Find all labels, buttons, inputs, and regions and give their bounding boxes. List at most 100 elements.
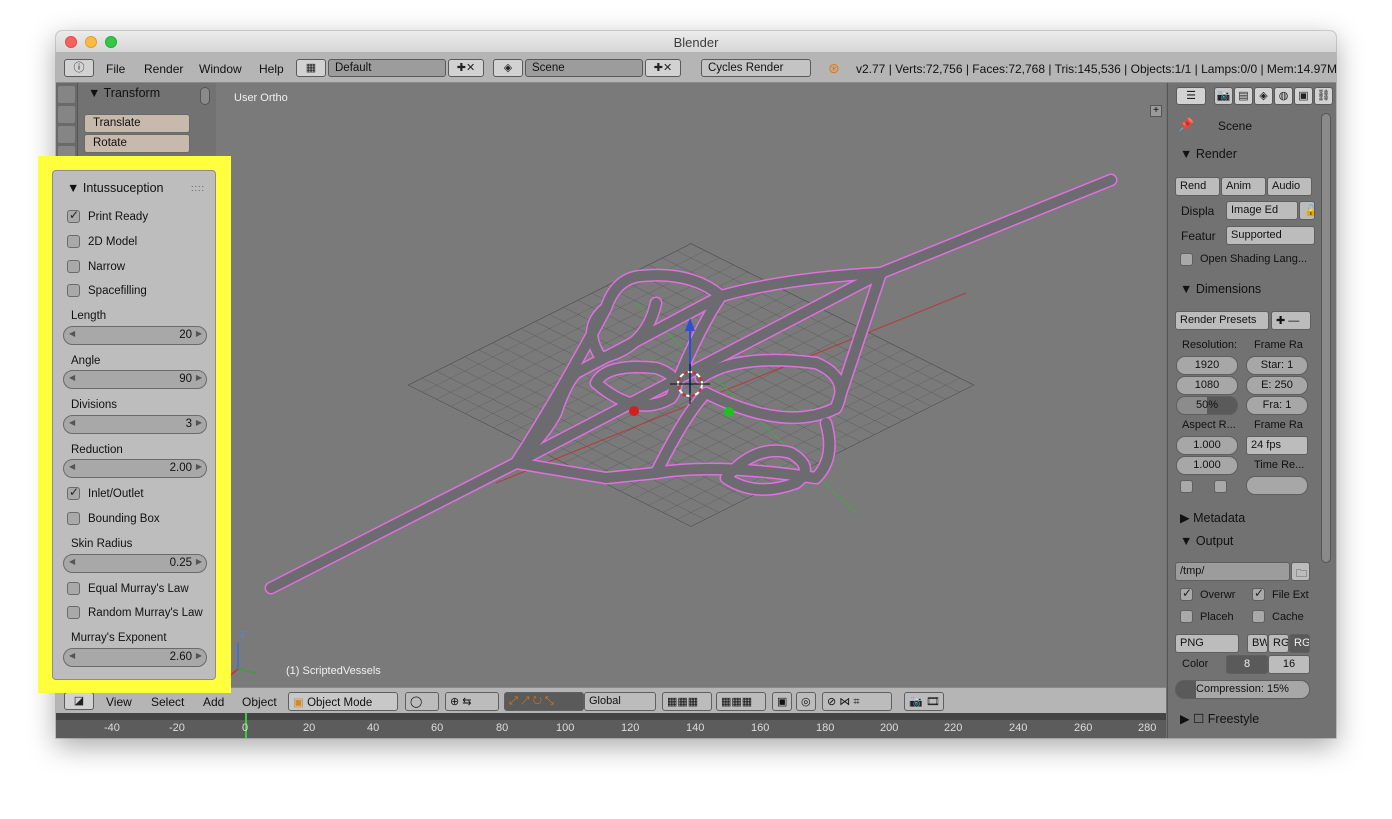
layers-grid-right[interactable]: ▦▦▦ <box>716 692 766 711</box>
layout-icon[interactable]: ▦ <box>296 59 326 77</box>
info-editor-icon[interactable]: ⓘ <box>64 59 94 77</box>
divisions-field[interactable]: ◀ 3 ▶ <box>63 415 207 434</box>
render-still-button[interactable]: Rend <box>1175 177 1220 196</box>
frame-step-field[interactable]: Fra: 1 <box>1246 396 1308 415</box>
frame-start-field[interactable]: Star: 1 <box>1246 356 1308 375</box>
render-audio-button[interactable]: Audio <box>1267 177 1312 196</box>
file-format-select[interactable]: PNG <box>1175 634 1239 653</box>
mode-select[interactable]: ▣ Object Mode <box>288 692 398 711</box>
tool-shelf-scrollbar[interactable] <box>200 87 210 105</box>
2d-model-checkbox[interactable] <box>67 235 80 248</box>
murray-exponent-field[interactable]: ◀ 2.60 ▶ <box>63 648 207 667</box>
opengl-render-icons[interactable]: 📷 🎞 <box>904 692 944 711</box>
menu-help[interactable]: Help <box>259 62 284 76</box>
color-rgba-button[interactable]: RG <box>1289 634 1310 653</box>
lock-camera-icon[interactable]: ▣ <box>772 692 792 711</box>
properties-scrollbar[interactable] <box>1321 113 1331 563</box>
fps-select[interactable]: 24 fps <box>1246 436 1308 455</box>
constraints-tab-icon[interactable]: ⛓ <box>1314 87 1333 105</box>
time-remap-fields[interactable] <box>1246 476 1308 495</box>
scene-icon[interactable]: ◈ <box>493 59 523 77</box>
pivot-snap-icons[interactable]: ⊕ ⇆ <box>445 692 499 711</box>
menu-render[interactable]: Render <box>144 62 183 76</box>
spacefilling-checkbox[interactable] <box>67 284 80 297</box>
placeholders-checkbox[interactable] <box>1180 610 1193 623</box>
scene-add-remove-icon[interactable]: ✚✕ <box>645 59 681 77</box>
aspect-x-field[interactable]: 1.000 <box>1176 436 1238 455</box>
inlet-outlet-checkbox[interactable] <box>67 485 80 500</box>
timeline[interactable]: -40 -20 0 20 40 60 80 100 120 140 160 18… <box>56 713 1166 738</box>
aspect-y-field[interactable]: 1.000 <box>1176 456 1238 475</box>
overwrite-checkbox[interactable] <box>1180 586 1193 601</box>
depth-8-button[interactable]: 8 <box>1226 655 1268 674</box>
scene-tab-icon[interactable]: ◈ <box>1254 87 1273 105</box>
output-panel-header[interactable]: ▼ Output <box>1180 534 1328 548</box>
layers-grid-left[interactable]: ▦▦▦ <box>662 692 712 711</box>
presets-add-remove-icon[interactable]: ✚ — <box>1271 311 1311 330</box>
print-ready-checkbox[interactable] <box>67 208 80 223</box>
feature-select[interactable]: Supported <box>1226 226 1315 245</box>
3d-viewport[interactable]: User Ortho z (1) ScriptedVessels + <box>216 83 1166 687</box>
layout-add-remove-icon[interactable]: ✚✕ <box>448 59 484 77</box>
compression-slider[interactable]: Compression: 15% <box>1175 680 1310 699</box>
resolution-x-field[interactable]: 1920 <box>1176 356 1238 375</box>
render-presets-select[interactable]: Render Presets <box>1175 311 1269 330</box>
angle-field[interactable]: ◀ 90 ▶ <box>63 370 207 389</box>
reduction-field[interactable]: ◀ 2.00 ▶ <box>63 459 207 478</box>
world-tab-icon[interactable]: ◍ <box>1274 87 1293 105</box>
border-checkbox[interactable] <box>1180 480 1193 493</box>
color-bw-button[interactable]: BW <box>1247 634 1268 653</box>
freestyle-checkbox-icon[interactable]: ☐ <box>1193 712 1204 726</box>
depth-16-button[interactable]: 16 <box>1268 655 1310 674</box>
render-engine-select[interactable]: Cycles Render <box>701 59 811 77</box>
render-animation-button[interactable]: Anim <box>1221 177 1266 196</box>
skin-radius-field[interactable]: ◀ 0.25 ▶ <box>63 554 207 573</box>
render-tab-icon[interactable]: 📷 <box>1214 87 1233 105</box>
operator-panel-header[interactable]: ▼ Intussuception <box>67 181 163 195</box>
layout-field[interactable]: Default <box>328 59 446 77</box>
dimensions-panel-header[interactable]: ▼ Dimensions <box>1180 282 1328 296</box>
scene-field[interactable]: Scene <box>525 59 643 77</box>
menu-window[interactable]: Window <box>199 62 242 76</box>
lock-icon[interactable]: 🔓 <box>1299 201 1315 220</box>
menu-select[interactable]: Select <box>151 695 184 709</box>
osl-checkbox[interactable] <box>1180 253 1193 266</box>
object-tab-icon[interactable]: ▣ <box>1294 87 1313 105</box>
menu-add[interactable]: Add <box>203 695 224 709</box>
output-path-field[interactable]: /tmp/ <box>1175 562 1290 581</box>
length-field[interactable]: ◀ 20 ▶ <box>63 326 207 345</box>
drag-handle-icon[interactable]: :::: <box>191 183 205 193</box>
menu-view[interactable]: View <box>106 695 132 709</box>
properties-editor-icon[interactable]: ☰ <box>1176 87 1206 105</box>
menu-file[interactable]: File <box>106 62 125 76</box>
equal-murray-checkbox[interactable] <box>67 582 80 595</box>
freestyle-panel-header[interactable]: ▶ ☐ Freestyle <box>1180 711 1328 726</box>
editor-type-icon[interactable]: ◪ <box>64 692 94 710</box>
manipulator-icons[interactable]: ⤢ ↗ ↻ ⤡ <box>504 692 584 711</box>
folder-icon[interactable]: 🗀 <box>1291 562 1310 581</box>
random-murray-checkbox[interactable] <box>67 606 80 619</box>
rotate-button[interactable]: Rotate <box>84 134 190 153</box>
frame-end-field[interactable]: E: 250 <box>1246 376 1308 395</box>
pin-icon[interactable]: 📌 <box>1178 117 1194 133</box>
resolution-percentage-slider[interactable]: 50% <box>1176 396 1238 415</box>
display-select[interactable]: Image Ed <box>1226 201 1298 220</box>
file-extensions-checkbox[interactable] <box>1252 586 1265 601</box>
narrow-checkbox[interactable] <box>67 260 80 273</box>
transform-panel-title[interactable]: ▼ Transform <box>88 86 160 100</box>
resolution-y-field[interactable]: 1080 <box>1176 376 1238 395</box>
menu-object[interactable]: Object <box>242 695 277 709</box>
cache-checkbox[interactable] <box>1252 610 1265 623</box>
proportional-edit-icon[interactable]: ◎ <box>796 692 816 711</box>
properties-toggle-icon[interactable]: + <box>1150 105 1162 117</box>
bounding-box-checkbox[interactable] <box>67 512 80 525</box>
layers-tab-icon[interactable]: ▤ <box>1234 87 1253 105</box>
metadata-panel-header[interactable]: ▶ Metadata <box>1180 510 1328 525</box>
render-panel-header[interactable]: ▼ Render <box>1180 147 1328 161</box>
color-rgb-button[interactable]: RG <box>1268 634 1289 653</box>
crop-checkbox[interactable] <box>1214 480 1227 493</box>
translate-button[interactable]: Translate <box>84 114 190 133</box>
orientation-select[interactable]: Global <box>584 692 656 711</box>
shading-select-icon[interactable]: ◯ <box>405 692 439 711</box>
snap-icons[interactable]: ⊘ ⋈ ⌗ <box>822 692 892 711</box>
